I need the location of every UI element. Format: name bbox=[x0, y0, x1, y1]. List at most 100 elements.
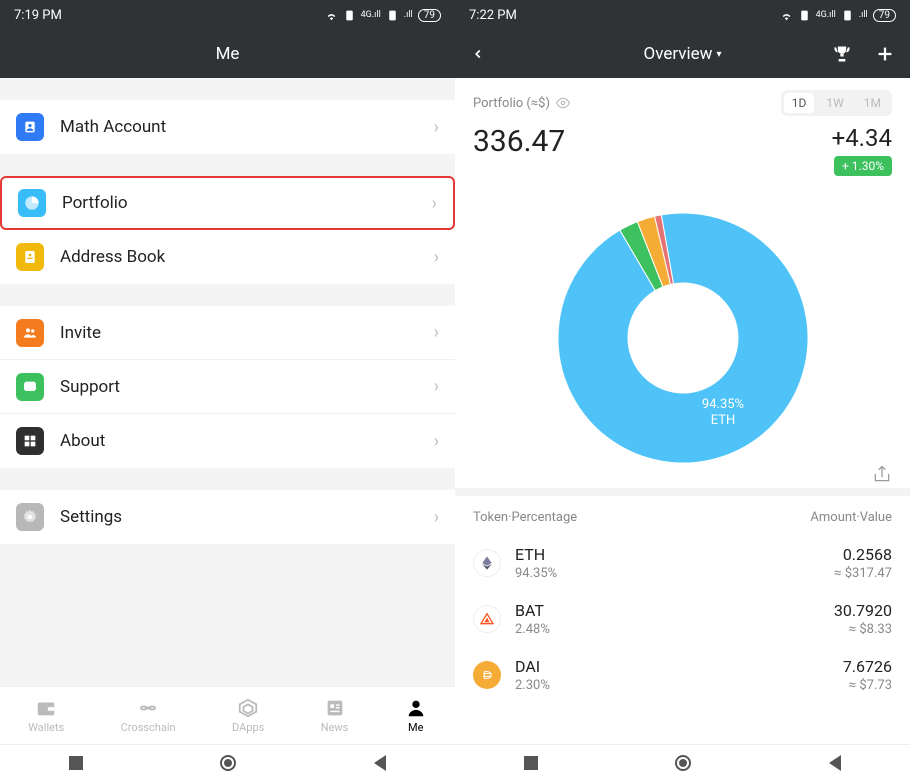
signal-icon: .ıll bbox=[859, 10, 868, 20]
nav-back-icon[interactable] bbox=[374, 755, 386, 771]
change-absolute: +4.34 bbox=[832, 124, 892, 152]
tab-label: Me bbox=[408, 721, 423, 734]
sim-icon bbox=[798, 9, 811, 22]
menu-item-label: Address Book bbox=[60, 247, 434, 267]
android-nav bbox=[455, 744, 910, 780]
tab-wallets[interactable]: Wallets bbox=[28, 697, 64, 734]
page-title-dropdown[interactable]: Overview ▾ bbox=[644, 44, 722, 64]
signal-icon: .ıll bbox=[404, 10, 413, 20]
menu-item-settings[interactable]: Settings› bbox=[0, 490, 455, 544]
status-bar: 7:22 PM 4G.ıll .ıll 79 bbox=[455, 0, 910, 30]
add-icon[interactable] bbox=[874, 43, 896, 65]
screen-me: 7:19 PM 4G.ıll .ıll 79 Me Math Account› P… bbox=[0, 0, 455, 780]
chevron-right-icon: › bbox=[432, 193, 437, 214]
sim2-icon bbox=[841, 9, 854, 22]
battery-icon: 79 bbox=[873, 9, 896, 22]
chevron-right-icon: › bbox=[434, 322, 439, 343]
chat-icon bbox=[16, 373, 44, 401]
token-percent: 94.35% bbox=[515, 566, 820, 581]
donut-slice-eth[interactable] bbox=[558, 213, 808, 463]
change-percent: + 1.30% bbox=[834, 156, 892, 176]
token-amount: 30.7920 bbox=[834, 601, 892, 620]
share-button[interactable] bbox=[872, 464, 892, 488]
token-amount: 7.6726 bbox=[843, 657, 892, 676]
grid-icon bbox=[16, 427, 44, 455]
timeframe-1w[interactable]: 1W bbox=[818, 93, 851, 113]
token-row-bat[interactable]: BAT2.48%30.7920≈ $8.33 bbox=[455, 591, 910, 647]
header: Me bbox=[0, 30, 455, 78]
menu-item-label: Portfolio bbox=[62, 193, 432, 213]
menu-item-support[interactable]: Support› bbox=[0, 360, 455, 414]
portfolio-header: Portfolio (≈$) 1D1W1M bbox=[455, 78, 910, 120]
page-title: Me bbox=[216, 44, 240, 64]
dai-icon bbox=[473, 661, 501, 689]
portfolio-label: Portfolio (≈$) bbox=[473, 96, 570, 111]
token-symbol: DAI bbox=[515, 657, 829, 676]
sim-icon bbox=[343, 9, 356, 22]
portfolio-change: +4.34 + 1.30% bbox=[832, 124, 892, 176]
me-icon bbox=[405, 697, 427, 719]
eye-icon[interactable] bbox=[556, 96, 570, 110]
token-percent: 2.30% bbox=[515, 678, 829, 693]
tab-bar: Wallets Crosschain DApps News Me bbox=[0, 686, 455, 744]
pie-icon bbox=[18, 189, 46, 217]
token-symbol: ETH bbox=[515, 545, 820, 564]
menu-item-portfolio[interactable]: Portfolio› bbox=[0, 176, 455, 230]
menu-item-label: Invite bbox=[60, 323, 434, 343]
token-value: ≈ $7.73 bbox=[843, 678, 892, 693]
back-button[interactable] bbox=[471, 42, 485, 66]
tab-news[interactable]: News bbox=[321, 697, 349, 734]
token-row-eth[interactable]: ETH94.35%0.2568≈ $317.47 bbox=[455, 535, 910, 591]
donut-main-pct: 94.35% bbox=[701, 397, 743, 412]
people-icon bbox=[16, 319, 44, 347]
tab-label: DApps bbox=[232, 721, 264, 734]
nav-back-icon[interactable] bbox=[829, 755, 841, 771]
tab-crosschain[interactable]: Crosschain bbox=[121, 697, 176, 734]
token-percent: 2.48% bbox=[515, 622, 820, 637]
portfolio-total: 336.47 bbox=[473, 124, 565, 159]
book-icon bbox=[16, 243, 44, 271]
portfolio-values: 336.47 +4.34 + 1.30% bbox=[455, 120, 910, 188]
nav-home-icon[interactable] bbox=[675, 755, 691, 771]
menu-list: Math Account›Portfolio›Address Book›Invi… bbox=[0, 78, 455, 686]
tab-me[interactable]: Me bbox=[405, 697, 427, 734]
nav-home-icon[interactable] bbox=[220, 755, 236, 771]
token-list-header: Token·Percentage Amount·Value bbox=[455, 496, 910, 535]
menu-item-invite[interactable]: Invite› bbox=[0, 306, 455, 360]
crosschain-icon bbox=[137, 697, 159, 719]
timeframe-1d[interactable]: 1D bbox=[784, 93, 815, 113]
caret-down-icon: ▾ bbox=[716, 49, 721, 60]
chevron-right-icon: › bbox=[434, 431, 439, 452]
tab-dapps[interactable]: DApps bbox=[232, 697, 264, 734]
token-row-dai[interactable]: DAI 2.30% 7.6726 ≈ $7.73 bbox=[455, 647, 910, 703]
chevron-right-icon: › bbox=[434, 507, 439, 528]
signal-4g-icon: 4G.ıll bbox=[816, 10, 836, 20]
bat-icon bbox=[473, 605, 501, 633]
chevron-right-icon: › bbox=[434, 117, 439, 138]
donut-chart-wrap: 94.35%ETH bbox=[455, 188, 910, 488]
nav-recent-icon[interactable] bbox=[524, 756, 538, 770]
timeframe-1m[interactable]: 1M bbox=[856, 93, 889, 113]
menu-item-about[interactable]: About› bbox=[0, 414, 455, 468]
token-list: ETH94.35%0.2568≈ $317.47BAT2.48%30.7920≈… bbox=[455, 535, 910, 703]
token-symbol: BAT bbox=[515, 601, 820, 620]
wallets-icon bbox=[35, 697, 57, 719]
status-indicators: 4G.ıll .ıll 79 bbox=[325, 9, 441, 22]
tab-label: Crosschain bbox=[121, 721, 176, 734]
token-header-right: Amount·Value bbox=[810, 510, 892, 525]
news-icon bbox=[324, 697, 346, 719]
donut-chart: 94.35%ETH bbox=[543, 198, 823, 478]
status-time: 7:22 PM bbox=[469, 8, 517, 23]
android-nav bbox=[0, 744, 455, 780]
tab-label: News bbox=[321, 721, 349, 734]
status-time: 7:19 PM bbox=[14, 8, 62, 23]
nav-recent-icon[interactable] bbox=[69, 756, 83, 770]
menu-item-address-book[interactable]: Address Book› bbox=[0, 230, 455, 284]
menu-item-math-account[interactable]: Math Account› bbox=[0, 100, 455, 154]
token-value: ≈ $317.47 bbox=[834, 566, 892, 581]
trophy-icon[interactable] bbox=[832, 44, 852, 64]
chevron-right-icon: › bbox=[434, 376, 439, 397]
user-icon bbox=[16, 113, 44, 141]
gear-icon bbox=[16, 503, 44, 531]
screen-overview: 7:22 PM 4G.ıll .ıll 79 Overview ▾ Portfo… bbox=[455, 0, 910, 780]
